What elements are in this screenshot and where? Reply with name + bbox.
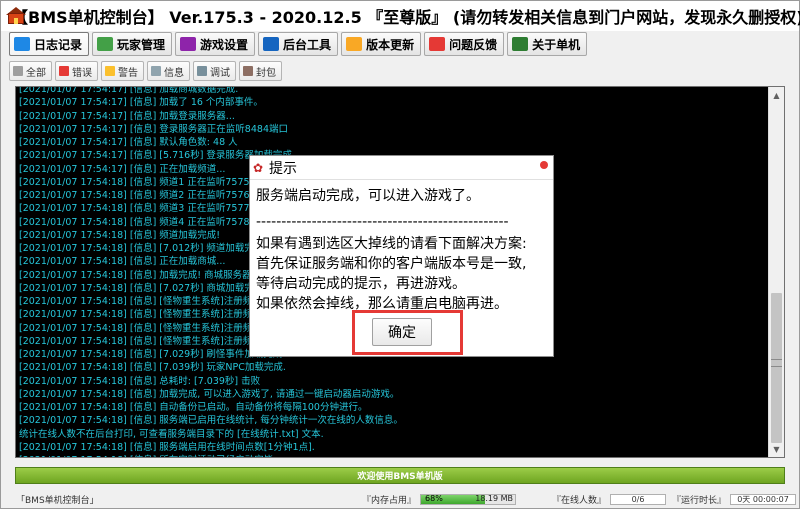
window-title: 【BMS单机控制台】 Ver.175.3 - 2020.12.5 『至尊版』 (…: [12, 8, 800, 27]
filter-warning[interactable]: 警告: [101, 61, 144, 81]
dialog-dash-divider: ----------------------------------------…: [256, 214, 509, 230]
status-memory-cell: 『内存占用』 68% 18.19 MB: [359, 492, 549, 507]
log-line: [2021/01/07 17:54:18] [信息] 自动备份已启动。自动备份将…: [19, 402, 368, 413]
feedback-icon: [429, 37, 446, 51]
scrollbar-thumb[interactable]: [771, 293, 782, 443]
main-window: 【BMS单机控制台】 Ver.175.3 - 2020.12.5 『至尊版』 (…: [0, 0, 800, 509]
filter-label: 封包: [256, 67, 276, 79]
dialog-title-bar: ✿ 提示: [250, 156, 553, 179]
log-line: [2021/01/07 17:54:18] [信息] 加载完成, 可以进入游戏了…: [19, 388, 400, 400]
update-icon: [346, 37, 363, 51]
filter-label: 信息: [164, 67, 184, 79]
log-line: [2021/01/07 17:54:18] [信息] 服务端启用在线时间点数[1…: [19, 441, 315, 453]
log-line: 统计在线人数不在后台打印, 可查看服务端目录下的 [在线统计.txt] 文本.: [19, 428, 324, 440]
status-bar: 「BMS单机控制台」 『内存占用』 68% 18.19 MB 『在线人数』 0/…: [1, 490, 799, 509]
dialog-close-icon[interactable]: [540, 161, 548, 169]
about-icon: [512, 37, 529, 51]
status-uptime-label: 『运行时长』: [672, 496, 727, 506]
tab-label: 玩家管理: [117, 37, 166, 52]
title-bar: 【BMS单机控制台】 Ver.175.3 - 2020.12.5 『至尊版』 (…: [1, 1, 800, 31]
scroll-down-arrow-icon[interactable]: ▼: [769, 441, 784, 457]
status-app-cell: 「BMS单机控制台」: [13, 492, 359, 507]
dialog-title: 提示: [269, 160, 297, 177]
tab-label: 问题反馈: [449, 37, 498, 52]
welcome-text: 欢迎使用BMS单机版: [357, 472, 443, 482]
filter-debug[interactable]: 调试: [193, 61, 236, 81]
welcome-bar: 欢迎使用BMS单机版: [15, 467, 785, 484]
all-icon: [13, 66, 23, 76]
status-uptime-cell: 『运行时长』 0天 00:00:07: [669, 492, 799, 507]
log-scrollbar[interactable]: ▲ ▼: [768, 87, 784, 457]
tab-label: 关于单机: [532, 37, 581, 52]
tab-monitor[interactable]: 后台工具: [258, 32, 339, 56]
dialog-separator: [250, 179, 553, 180]
filter-label: 调试: [210, 67, 230, 79]
tab-log[interactable]: 日志记录: [9, 32, 90, 56]
filter-label: 全部: [26, 67, 46, 79]
tab-label: 游戏设置: [200, 37, 249, 52]
filter-all[interactable]: 全部: [9, 61, 52, 81]
log-line: [2021/01/07 17:54:17] [信息] 加载商城数据完成.: [19, 86, 239, 95]
uptime-box: 0天 00:00:07: [730, 494, 796, 505]
log-line: [2021/01/07 17:54:18] [信息] 总耗时: [7.039秒]…: [19, 375, 261, 387]
tab-about[interactable]: 关于单机: [507, 32, 588, 56]
debug-icon: [197, 66, 207, 76]
online-count-box: 0/6: [610, 494, 666, 505]
online-count-value: 0/6: [631, 495, 645, 504]
dialog-line-2: 如果有遇到选区大掉线的请看下面解决方案:: [256, 236, 527, 252]
log-line: [2021/01/07 17:54:17] [信息] 加载了 16 个内部事件。: [19, 97, 263, 109]
world-icon: [97, 37, 114, 51]
memory-progress-bar: 68% 18.19 MB: [420, 494, 517, 505]
tab-label: 日志记录: [34, 37, 83, 52]
tab-update[interactable]: 版本更新: [341, 32, 422, 56]
filter-label: 错误: [72, 67, 92, 79]
info-icon: [151, 66, 161, 76]
monitor-icon: [263, 37, 280, 51]
filter-packet[interactable]: 封包: [239, 61, 282, 81]
gamepad-icon: [180, 37, 197, 51]
main-toolbar: 日志记录 玩家管理 游戏设置 后台工具 版本更新 问题反馈 关于单机: [9, 32, 588, 56]
dialog-line-1: 服务端启动完成，可以进入游戏了。: [256, 188, 480, 204]
scrollbar-grip-icon: [771, 359, 782, 367]
dialog-gear-icon: ✿: [253, 160, 264, 175]
log-line: [2021/01/07 17:54:17] [信息] 加载登录服务器...: [19, 110, 235, 122]
status-online-label: 『在线人数』: [551, 496, 606, 506]
tab-gamepad[interactable]: 游戏设置: [175, 32, 256, 56]
log-icon: [14, 37, 30, 51]
log-line: [2021/01/07 17:54:18] [信息] 所有定时活动已经启动完毕。: [19, 454, 769, 457]
warning-icon: [105, 66, 115, 76]
filter-info[interactable]: 信息: [147, 61, 190, 81]
highlight-box: [352, 310, 463, 355]
status-app-label: 「BMS单机控制台」: [16, 496, 99, 506]
dialog-message: 服务端启动完成，可以进入游戏了。 -----------------------…: [256, 186, 548, 314]
dialog-line-3: 首先保证服务端和你的客户端版本号是一致,: [256, 256, 527, 272]
dialog-line-4: 等待启动完成的提示，再进游戏。: [256, 276, 466, 292]
log-line: [2021/01/07 17:54:17] [信息] 默认角色数: 48 人: [19, 137, 238, 148]
status-memory-label: 『内存占用』: [362, 496, 417, 506]
log-filter-bar: 全部 错误 警告 信息 调试 封包: [9, 61, 282, 81]
log-line: [2021/01/07 17:54:18] [信息] [7.039秒] 玩家NP…: [19, 362, 286, 374]
log-line: [2021/01/07 17:54:18] [信息] 服务端已启用在线统计, 每…: [19, 415, 403, 427]
memory-percent: 68%: [425, 494, 443, 503]
tab-feedback[interactable]: 问题反馈: [424, 32, 505, 56]
tab-label: 版本更新: [366, 37, 415, 52]
filter-label: 警告: [118, 67, 138, 79]
error-icon: [59, 66, 69, 76]
log-line: [2021/01/07 17:54:17] [信息] 登录服务器正在监听8484…: [19, 123, 288, 135]
tab-label: 后台工具: [283, 37, 332, 52]
packet-icon: [243, 66, 253, 76]
uptime-value: 0天 00:00:07: [737, 495, 789, 504]
tab-world[interactable]: 玩家管理: [92, 32, 173, 56]
scroll-up-arrow-icon[interactable]: ▲: [769, 87, 784, 103]
memory-value: 18.19 MB: [475, 494, 514, 503]
filter-error[interactable]: 错误: [55, 61, 98, 81]
status-online-cell: 『在线人数』 0/6: [549, 492, 669, 507]
